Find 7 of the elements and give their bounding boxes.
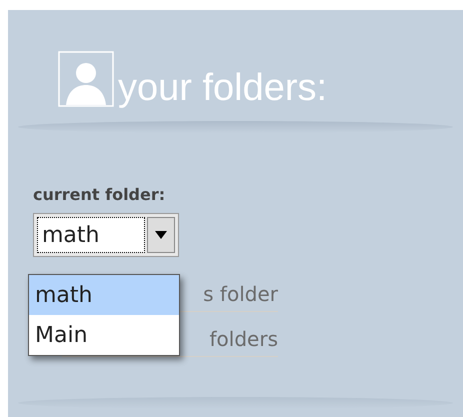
user-icon [58, 51, 114, 107]
dropdown-option[interactable]: Main [29, 315, 179, 355]
dropdown-option[interactable]: math [29, 275, 179, 315]
header-title: your folders: [118, 69, 328, 107]
caret-icon [155, 231, 167, 239]
folder-select[interactable]: math [33, 213, 179, 257]
current-folder-label: current folder: [33, 184, 166, 206]
